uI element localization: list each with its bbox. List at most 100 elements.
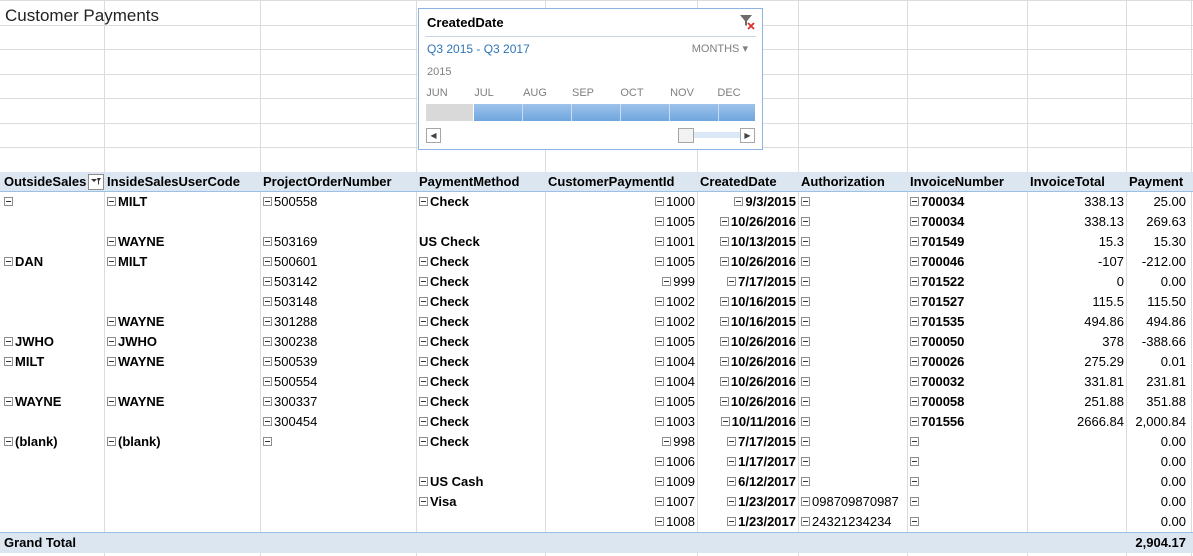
collapse-icon[interactable]	[655, 317, 665, 327]
method-cell[interactable]: Visa	[419, 492, 457, 512]
order-cell[interactable]: 503169	[263, 232, 317, 252]
customerpaymentid-cell[interactable]: 1006	[560, 452, 695, 472]
payment-cell[interactable]: 25.00	[1128, 192, 1186, 212]
createddate-cell[interactable]: 1/23/2017	[700, 492, 796, 512]
collapse-icon[interactable]	[419, 377, 428, 387]
payment-cell[interactable]: 0.00	[1128, 452, 1186, 472]
collapse-icon[interactable]	[910, 417, 919, 427]
auth-cell[interactable]	[801, 332, 812, 352]
invoice-cell[interactable]: 700034	[910, 212, 964, 232]
invoice-cell[interactable]	[910, 512, 921, 532]
header-paymentmethod[interactable]: PaymentMethod	[419, 172, 519, 192]
collapse-icon[interactable]	[910, 357, 919, 367]
collapse-icon[interactable]	[719, 337, 729, 347]
payment-cell[interactable]: 0.00	[1128, 512, 1186, 532]
createddate-cell[interactable]: 10/16/2015	[700, 312, 796, 332]
collapse-icon[interactable]	[419, 397, 428, 407]
invoicetotal-cell[interactable]: 378	[1030, 332, 1124, 352]
collapse-icon[interactable]	[107, 337, 116, 347]
customerpaymentid-cell[interactable]: 1005	[560, 212, 695, 232]
order-cell[interactable]: 503142	[263, 272, 317, 292]
time-level-dropdown[interactable]: MONTHS ▾	[692, 42, 748, 55]
collapse-icon[interactable]	[419, 437, 428, 447]
collapse-icon[interactable]	[655, 457, 665, 467]
collapse-icon[interactable]	[801, 237, 810, 247]
payment-cell[interactable]: 0.00	[1128, 492, 1186, 512]
collapse-icon[interactable]	[910, 517, 919, 527]
inside-cell[interactable]: WAYNE	[107, 392, 164, 412]
invoice-cell[interactable]: 700046	[910, 252, 964, 272]
createddate-cell[interactable]: 6/12/2017	[700, 472, 796, 492]
payment-cell[interactable]: 231.81	[1128, 372, 1186, 392]
header-authorization[interactable]: Authorization	[801, 172, 885, 192]
grand-total-label[interactable]: Grand Total	[4, 533, 76, 553]
invoice-cell[interactable]: 700026	[910, 352, 964, 372]
customerpaymentid-cell[interactable]: 1005	[560, 252, 695, 272]
createddate-cell[interactable]: 10/26/2016	[700, 392, 796, 412]
invoicetotal-cell[interactable]	[1030, 472, 1124, 492]
auth-cell[interactable]	[801, 192, 812, 212]
outside-cell[interactable]: DAN	[4, 252, 43, 272]
collapse-icon[interactable]	[263, 277, 272, 287]
inside-cell[interactable]: MILT	[107, 192, 147, 212]
order-cell[interactable]	[263, 432, 274, 452]
collapse-icon[interactable]	[801, 477, 810, 487]
header-projectordernumber[interactable]: ProjectOrderNumber	[263, 172, 392, 192]
collapse-icon[interactable]	[801, 437, 810, 447]
collapse-icon[interactable]	[4, 337, 13, 347]
collapse-icon[interactable]	[655, 417, 665, 427]
invoice-cell[interactable]: 701535	[910, 312, 964, 332]
customerpaymentid-cell[interactable]: 1005	[560, 392, 695, 412]
invoice-cell[interactable]	[910, 472, 921, 492]
collapse-icon[interactable]	[4, 397, 13, 407]
collapse-icon[interactable]	[727, 477, 737, 487]
header-payment[interactable]: Payment	[1129, 172, 1183, 192]
invoice-cell[interactable]: 701549	[910, 232, 964, 252]
method-cell[interactable]: Check	[419, 312, 469, 332]
method-cell[interactable]: US Check	[419, 232, 480, 252]
createddate-cell[interactable]: 7/17/2015	[700, 432, 796, 452]
inside-cell[interactable]: WAYNE	[107, 352, 164, 372]
collapse-icon[interactable]	[910, 277, 919, 287]
collapse-icon[interactable]	[910, 337, 919, 347]
collapse-icon[interactable]	[910, 197, 919, 207]
createddate-cell[interactable]: 10/26/2016	[700, 372, 796, 392]
customerpaymentid-cell[interactable]: 1005	[560, 332, 695, 352]
auth-cell[interactable]	[801, 232, 812, 252]
collapse-icon[interactable]	[419, 417, 428, 427]
invoicetotal-cell[interactable]: 0	[1030, 272, 1124, 292]
collapse-icon[interactable]	[655, 217, 665, 227]
auth-cell[interactable]	[801, 292, 812, 312]
collapse-icon[interactable]	[734, 197, 744, 207]
payment-cell[interactable]: 494.86	[1128, 312, 1186, 332]
collapse-icon[interactable]	[801, 457, 810, 467]
invoicetotal-cell[interactable]: 2666.84	[1030, 412, 1124, 432]
method-cell[interactable]: Check	[419, 192, 469, 212]
invoicetotal-cell[interactable]	[1030, 512, 1124, 532]
collapse-icon[interactable]	[107, 197, 116, 207]
collapse-icon[interactable]	[263, 297, 272, 307]
clear-filter-icon[interactable]	[738, 13, 756, 31]
collapse-icon[interactable]	[4, 437, 13, 447]
invoicetotal-cell[interactable]: 338.13	[1030, 192, 1124, 212]
header-invoicetotal[interactable]: InvoiceTotal	[1030, 172, 1105, 192]
collapse-icon[interactable]	[419, 317, 428, 327]
collapse-icon[interactable]	[910, 317, 919, 327]
collapse-icon[interactable]	[719, 357, 729, 367]
method-cell[interactable]: Check	[419, 392, 469, 412]
customerpaymentid-cell[interactable]: 1009	[560, 472, 695, 492]
scroll-left-icon[interactable]: ◀	[426, 128, 441, 143]
collapse-icon[interactable]	[263, 337, 272, 347]
collapse-icon[interactable]	[107, 437, 116, 447]
customerpaymentid-cell[interactable]: 1007	[560, 492, 695, 512]
auth-cell[interactable]: 098709870987	[801, 492, 899, 512]
method-cell[interactable]: US Cash	[419, 472, 483, 492]
createddate-cell[interactable]: 10/26/2016	[700, 352, 796, 372]
customerpaymentid-cell[interactable]: 1001	[560, 232, 695, 252]
collapse-icon[interactable]	[910, 397, 919, 407]
collapse-icon[interactable]	[419, 277, 428, 287]
collapse-icon[interactable]	[4, 257, 13, 267]
payment-cell[interactable]: 0.00	[1128, 432, 1186, 452]
inside-cell[interactable]: WAYNE	[107, 232, 164, 252]
collapse-icon[interactable]	[727, 457, 737, 467]
